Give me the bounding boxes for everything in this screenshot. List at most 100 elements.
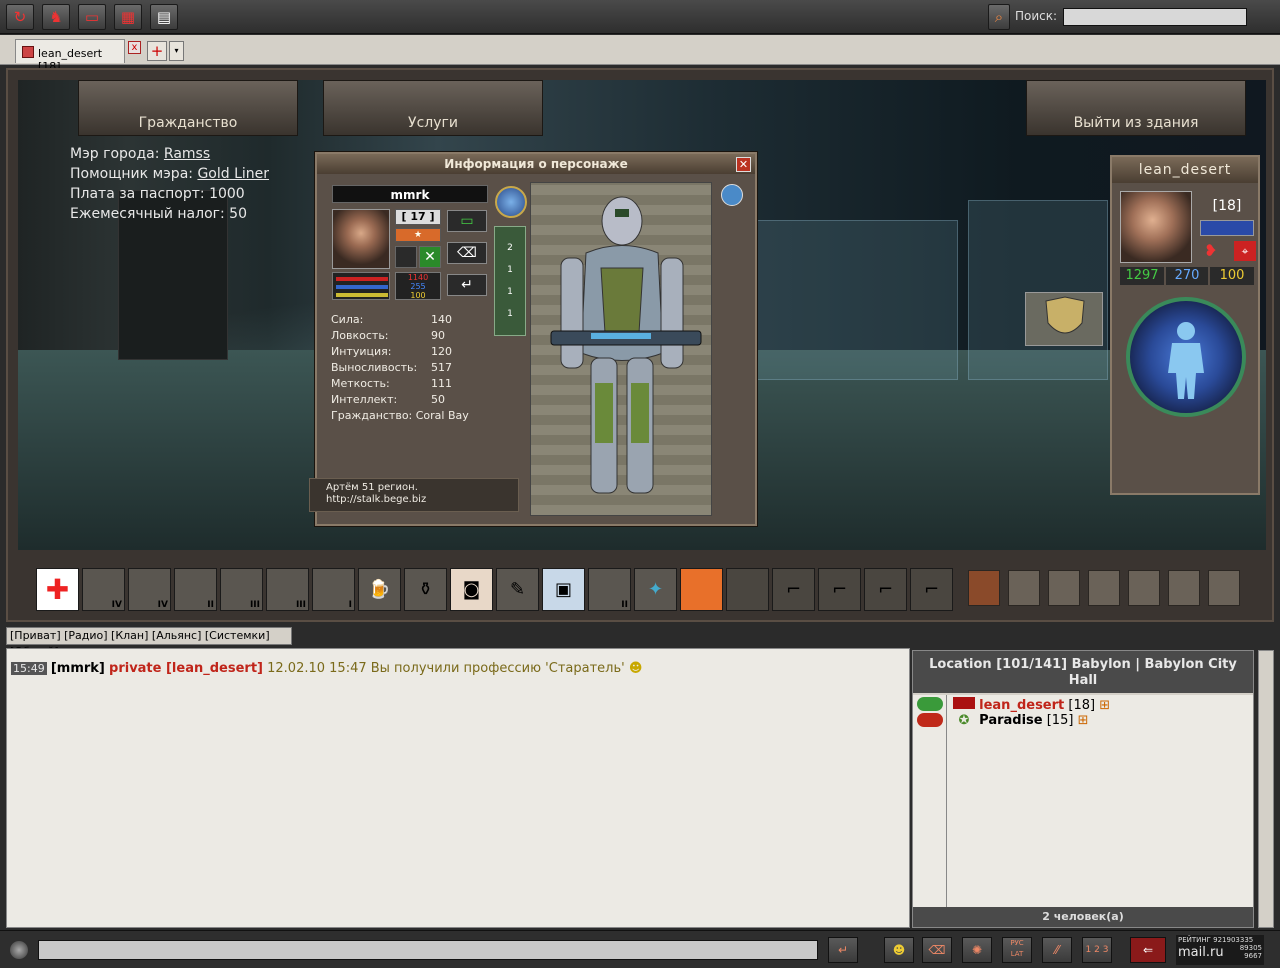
- mayor-row: Мэр города: Ramss: [70, 146, 211, 162]
- chat-private-target[interactable]: private [lean_desert]: [109, 661, 263, 676]
- beer-bottle-icon[interactable]: 🍺: [358, 568, 401, 611]
- player-mp: 270: [1166, 267, 1208, 285]
- top-toolbar: ↻ ♞ ▭ ▦ ▤ ⌕ Поиск:: [0, 0, 1280, 34]
- orange-box-icon[interactable]: [680, 568, 723, 611]
- numbers-button[interactable]: 1 2 3: [1082, 937, 1112, 963]
- help-icon[interactable]: [1208, 570, 1240, 606]
- crossed-icon[interactable]: ✕: [419, 246, 441, 268]
- character-level: [ 17 ]: [395, 209, 441, 225]
- player-name[interactable]: Paradise: [979, 713, 1042, 728]
- tab-lean-desert[interactable]: lean_desert [18]: [15, 39, 125, 73]
- skill-slot[interactable]: I: [312, 568, 355, 611]
- body-silhouette-icon: [1168, 322, 1204, 399]
- stat-row: Интуиция: 120: [331, 345, 452, 358]
- character-portrait: [332, 209, 390, 269]
- clipboard-icon[interactable]: [1088, 570, 1120, 606]
- mayor-link[interactable]: Ramss: [164, 146, 210, 162]
- eraser-icon[interactable]: ⌫: [922, 937, 952, 963]
- tab-close-button[interactable]: x: [128, 41, 141, 54]
- clan-flag-icon: [953, 697, 975, 709]
- rifle-icon[interactable]: ⌐: [864, 568, 907, 611]
- canister-icon[interactable]: ▣: [542, 568, 585, 611]
- translit-icon[interactable]: ⁄⁄: [1042, 937, 1072, 963]
- body-status-dial[interactable]: [1126, 297, 1246, 417]
- backpack-icon[interactable]: [1008, 570, 1040, 606]
- rifle-icon[interactable]: ⌐: [910, 568, 953, 611]
- shield-item-icon[interactable]: [1025, 292, 1103, 346]
- close-window-button[interactable]: ✕: [736, 157, 751, 172]
- scanner-icon[interactable]: II: [588, 568, 631, 611]
- skill-slot[interactable]: II: [174, 568, 217, 611]
- settings-icon[interactable]: ✺: [962, 937, 992, 963]
- chat-input[interactable]: [38, 940, 818, 960]
- rifle-icon[interactable]: ⌐: [772, 568, 815, 611]
- radio-icon[interactable]: [1048, 570, 1080, 606]
- skill-slot[interactable]: IV: [128, 568, 171, 611]
- rating-counter[interactable]: РЕЙТИНГ 921903335 89305 9667 mail.ru: [1176, 935, 1264, 965]
- skill-slot[interactable]: IV: [82, 568, 125, 611]
- player-list: lean_desert [18] ⊞ ✪ Paradise [15] ⊞: [913, 695, 1253, 909]
- player-name[interactable]: lean_desert: [979, 698, 1064, 713]
- shield-green-icon[interactable]: [917, 697, 943, 711]
- skill-slot[interactable]: III: [266, 568, 309, 611]
- info-icon[interactable]: ⊞: [1099, 698, 1110, 713]
- scrollbar[interactable]: [1258, 650, 1274, 928]
- calculator-icon[interactable]: ▤: [150, 4, 178, 30]
- character-stats: Сила: 140 Ловкость: 90 Интуиция: 120 Выносл…: [331, 312, 469, 424]
- add-tab-button[interactable]: +: [147, 41, 167, 61]
- jar-icon[interactable]: ◙: [450, 568, 493, 611]
- search-input[interactable]: [1063, 8, 1247, 26]
- empty-slot[interactable]: [726, 568, 769, 611]
- citizenship-sign[interactable]: Гражданство: [78, 80, 298, 136]
- medkit-icon[interactable]: ✚: [36, 568, 79, 611]
- chat-sender[interactable]: [mmrk]: [51, 661, 105, 676]
- window-title: Информация о персонаже: [317, 154, 755, 174]
- stat-row: Меткость: 111: [331, 377, 452, 390]
- player-xp: 100: [1210, 267, 1254, 285]
- combat-icon[interactable]: [968, 570, 1000, 606]
- mail-ru-logo: mail.ru: [1178, 945, 1224, 960]
- clan-icon[interactable]: [721, 184, 743, 206]
- smiley-icon[interactable]: ☻: [884, 937, 914, 963]
- character-info-window[interactable]: Информация о персонаже ✕ mmrk [ 17 ] ★ ✕…: [309, 152, 757, 526]
- stat-row: Ловкость: 90: [331, 329, 445, 342]
- rus-lat-button[interactable]: РУС LAT: [1002, 937, 1032, 963]
- tab-menu-button[interactable]: ▾: [169, 41, 184, 61]
- player-row[interactable]: lean_desert [18] ⊞: [953, 697, 1110, 713]
- services-sign[interactable]: Услуги: [323, 80, 543, 136]
- refresh-icon[interactable]: ↻: [6, 4, 34, 30]
- heart-icon[interactable]: ❥: [1204, 241, 1226, 261]
- star-badge-icon[interactable]: ✦: [634, 568, 677, 611]
- syringe-icon[interactable]: ✎: [496, 568, 539, 611]
- chat-time: 15:49: [11, 662, 47, 675]
- character-icon[interactable]: ♞: [42, 4, 70, 30]
- send-icon[interactable]: ↵: [828, 937, 858, 963]
- private-message-icon[interactable]: ▭: [447, 210, 487, 232]
- city-info: Мэр города: Ramss Помощник мэра: Gold Li…: [70, 144, 269, 224]
- cubes-icon[interactable]: ▦: [114, 4, 142, 30]
- record-icon[interactable]: [10, 941, 28, 959]
- target-icon[interactable]: ⌖: [1234, 241, 1256, 261]
- exit-icon[interactable]: ⇐: [1130, 937, 1166, 963]
- rifle-icon[interactable]: ⌐: [818, 568, 861, 611]
- assistant-link[interactable]: Gold Liner: [197, 166, 269, 182]
- skill-slot[interactable]: III: [220, 568, 263, 611]
- notes-icon[interactable]: [1128, 570, 1160, 606]
- player-row[interactable]: ✪ Paradise [15] ⊞: [953, 713, 1089, 728]
- delete-icon[interactable]: ⌫: [447, 242, 487, 264]
- attack-icon[interactable]: [917, 713, 943, 727]
- no-entry-icon[interactable]: [1168, 570, 1200, 606]
- info-icon[interactable]: ⊞: [1078, 713, 1089, 728]
- bottle-icon[interactable]: ⚱: [404, 568, 447, 611]
- player-portrait[interactable]: [1120, 191, 1192, 263]
- bio-link[interactable]: http://stalk.bege.biz: [326, 494, 518, 506]
- player-profile-panel: lean_desert [18] ❥ ⌖ 1297 270 100: [1110, 155, 1260, 495]
- search-icon: ⌕: [988, 4, 1010, 30]
- exit-building-sign[interactable]: Выйти из здания: [1026, 80, 1246, 136]
- window-icon[interactable]: ▭: [78, 4, 106, 30]
- clan-badge-icon: ✪: [958, 713, 970, 728]
- return-icon[interactable]: ↵: [447, 274, 487, 296]
- skills-column: 2 1 1 1: [494, 226, 526, 336]
- hp-mp-bars: [332, 272, 390, 300]
- chat-channel-tabs[interactable]: [Приват] [Радио] [Клан] [Альянс] [Систем…: [6, 627, 292, 658]
